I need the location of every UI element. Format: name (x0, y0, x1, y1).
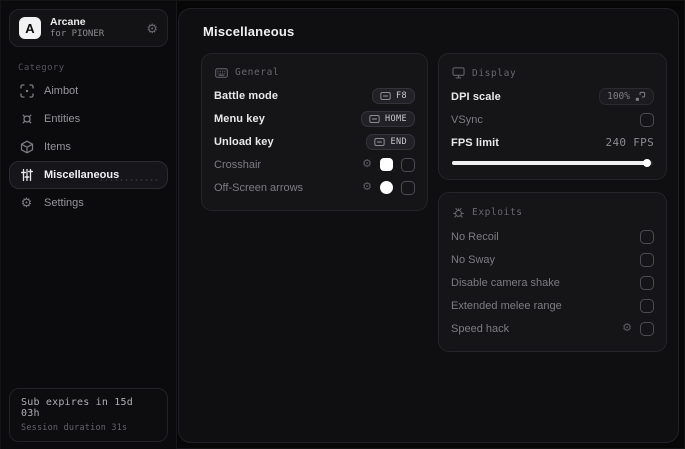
app-subtitle: for PIONER (50, 29, 105, 40)
crosshair-color-swatch[interactable] (380, 158, 394, 171)
sub-expiry-text: Sub expires in 15d 03h (21, 397, 133, 419)
subscription-footer-card: Sub expires in 15d 03h Session duration … (9, 388, 168, 442)
main-content: Miscellaneous General Battle mode F8 Men… (178, 8, 679, 443)
setting-label: FPS limit (451, 136, 499, 149)
sidebar-item-aimbot[interactable]: Aimbot (9, 77, 168, 105)
setting-row-no-sway: No Sway (451, 248, 654, 271)
offscreen-checkbox[interactable] (401, 180, 416, 195)
sidebar-item-label: Aimbot (44, 85, 79, 97)
vsync-checkbox[interactable] (640, 112, 654, 127)
setting-label: Battle mode (214, 89, 279, 102)
sidebar-nav: Aimbot Entities Items Miscellaneous ⚙ Se… (9, 77, 168, 217)
keyboard-icon (374, 137, 386, 146)
setting-label: DPI scale (451, 90, 501, 103)
melee-range-checkbox[interactable] (640, 298, 654, 313)
app-header-card: A Arcane for PIONER ⚙ (9, 9, 168, 47)
keybind-button-unload-key[interactable]: END (366, 133, 416, 150)
setting-row-speed-hack: Speed hack ⚙ (451, 317, 654, 340)
setting-label: Crosshair (214, 158, 262, 171)
items-package-icon (19, 140, 34, 155)
entities-icon (19, 112, 34, 127)
speed-hack-config-gear-icon[interactable]: ⚙ (622, 323, 632, 334)
sidebar-item-items[interactable]: Items (9, 133, 168, 161)
category-label: Category (18, 63, 65, 73)
fps-limit-value: 240 FPS (605, 136, 654, 149)
app-name: Arcane (50, 16, 86, 29)
setting-label: Disable camera shake (451, 276, 560, 289)
crosshair-checkbox[interactable] (401, 157, 416, 172)
sidebar: A Arcane for PIONER ⚙ Category Aimbot En… (1, 1, 177, 449)
monitor-icon (452, 67, 465, 79)
setting-label: Off-Screen arrows (214, 181, 304, 194)
sidebar-item-label: Settings (44, 197, 84, 209)
keyboard-icon (380, 91, 391, 100)
selected-item-dots-decoration (99, 178, 157, 183)
sidebar-item-entities[interactable]: Entities (9, 105, 168, 133)
slider-fill (452, 161, 647, 165)
no-sway-checkbox[interactable] (640, 252, 654, 267)
exploits-panel: Exploits No Recoil No Sway Disable camer… (438, 192, 667, 352)
setting-row-camera-shake: Disable camera shake (451, 271, 654, 294)
setting-label: VSync (451, 113, 483, 126)
setting-row-offscreen-arrows: Off-Screen arrows ⚙ (214, 176, 416, 199)
setting-label: No Sway (451, 253, 496, 266)
sidebar-item-label: Items (44, 141, 71, 153)
app-logo: A (19, 17, 41, 39)
setting-label: Unload key (214, 135, 274, 148)
gear-icon: ⚙ (20, 195, 33, 210)
setting-label: Speed hack (451, 322, 510, 335)
app-window: A Arcane for PIONER ⚙ Category Aimbot En… (0, 0, 685, 449)
bug-icon (453, 207, 464, 218)
panel-title: General (235, 67, 280, 78)
setting-row-menu-key: Menu key HOME (214, 107, 416, 130)
header-settings-gear-icon[interactable]: ⚙ (146, 22, 158, 35)
fps-limit-slider[interactable] (452, 158, 653, 167)
setting-label: Extended melee range (451, 299, 562, 312)
keyboard-icon (369, 114, 380, 123)
setting-label: No Recoil (451, 230, 499, 243)
keyboard-icon (215, 67, 228, 78)
session-duration-text: Session duration 31s (21, 423, 128, 433)
scale-icon (635, 91, 646, 101)
offscreen-config-gear-icon[interactable]: ⚙ (362, 182, 372, 193)
general-panel: General Battle mode F8 Menu key HOME Unl… (201, 53, 429, 211)
crosshair-config-gear-icon[interactable]: ⚙ (362, 159, 372, 170)
page-title: Miscellaneous (203, 24, 295, 39)
setting-row-melee-range: Extended melee range (451, 294, 654, 317)
setting-row-dpi-scale: DPI scale 100% (451, 85, 654, 108)
setting-row-fps-limit: FPS limit 240 FPS (451, 131, 654, 154)
sidebar-item-label: Entities (44, 113, 81, 125)
setting-row-crosshair: Crosshair ⚙ (214, 153, 416, 176)
offscreen-color-swatch[interactable] (380, 181, 394, 194)
dpi-scale-selector[interactable]: 100% (599, 88, 654, 105)
no-recoil-checkbox[interactable] (640, 229, 654, 244)
setting-row-battle-mode: Battle mode F8 (214, 84, 416, 107)
speed-hack-checkbox[interactable] (640, 321, 654, 336)
panel-title: Exploits (472, 207, 523, 218)
keybind-button-battle-mode[interactable]: F8 (371, 87, 416, 104)
display-panel: Display DPI scale 100% VSync FPS limit 2… (438, 53, 667, 180)
sidebar-item-settings[interactable]: ⚙ Settings (9, 189, 168, 217)
setting-row-unload-key: Unload key END (214, 130, 416, 153)
keybind-button-menu-key[interactable]: HOME (360, 110, 416, 127)
setting-row-no-recoil: No Recoil (451, 225, 654, 248)
slider-knob[interactable] (642, 159, 651, 167)
aimbot-scan-icon (19, 84, 34, 99)
panel-title: Display (472, 67, 517, 79)
setting-label: Menu key (214, 112, 265, 125)
camera-shake-checkbox[interactable] (640, 275, 654, 290)
sliders-icon (19, 168, 34, 183)
setting-row-vsync: VSync (451, 108, 654, 131)
sidebar-item-miscellaneous[interactable]: Miscellaneous (9, 161, 168, 189)
